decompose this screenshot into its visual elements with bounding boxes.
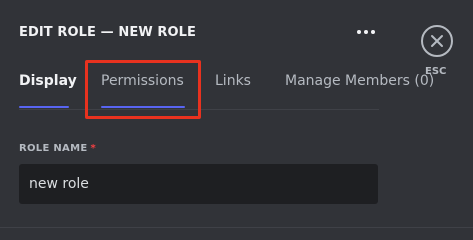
ellipsis-icon: [357, 30, 361, 34]
role-name-label: ROLE NAME *: [19, 143, 97, 154]
tab-display-underline: [19, 106, 69, 108]
tab-permissions-underline: [101, 106, 185, 108]
permissions-highlight-box: [85, 60, 201, 119]
more-options-button[interactable]: [352, 23, 380, 41]
tab-display[interactable]: Display: [19, 73, 77, 89]
role-name-input[interactable]: [19, 164, 378, 204]
required-marker: *: [90, 143, 97, 154]
tab-permissions[interactable]: Permissions: [101, 73, 184, 89]
close-icon: [431, 35, 443, 47]
tab-links[interactable]: Links: [215, 73, 251, 89]
tabs-divider: [19, 109, 379, 110]
bottom-divider: [0, 227, 473, 228]
close-button[interactable]: [421, 25, 453, 57]
tab-manage-members[interactable]: Manage Members (0): [285, 73, 434, 89]
page-title: EDIT ROLE — NEW ROLE: [19, 25, 197, 40]
